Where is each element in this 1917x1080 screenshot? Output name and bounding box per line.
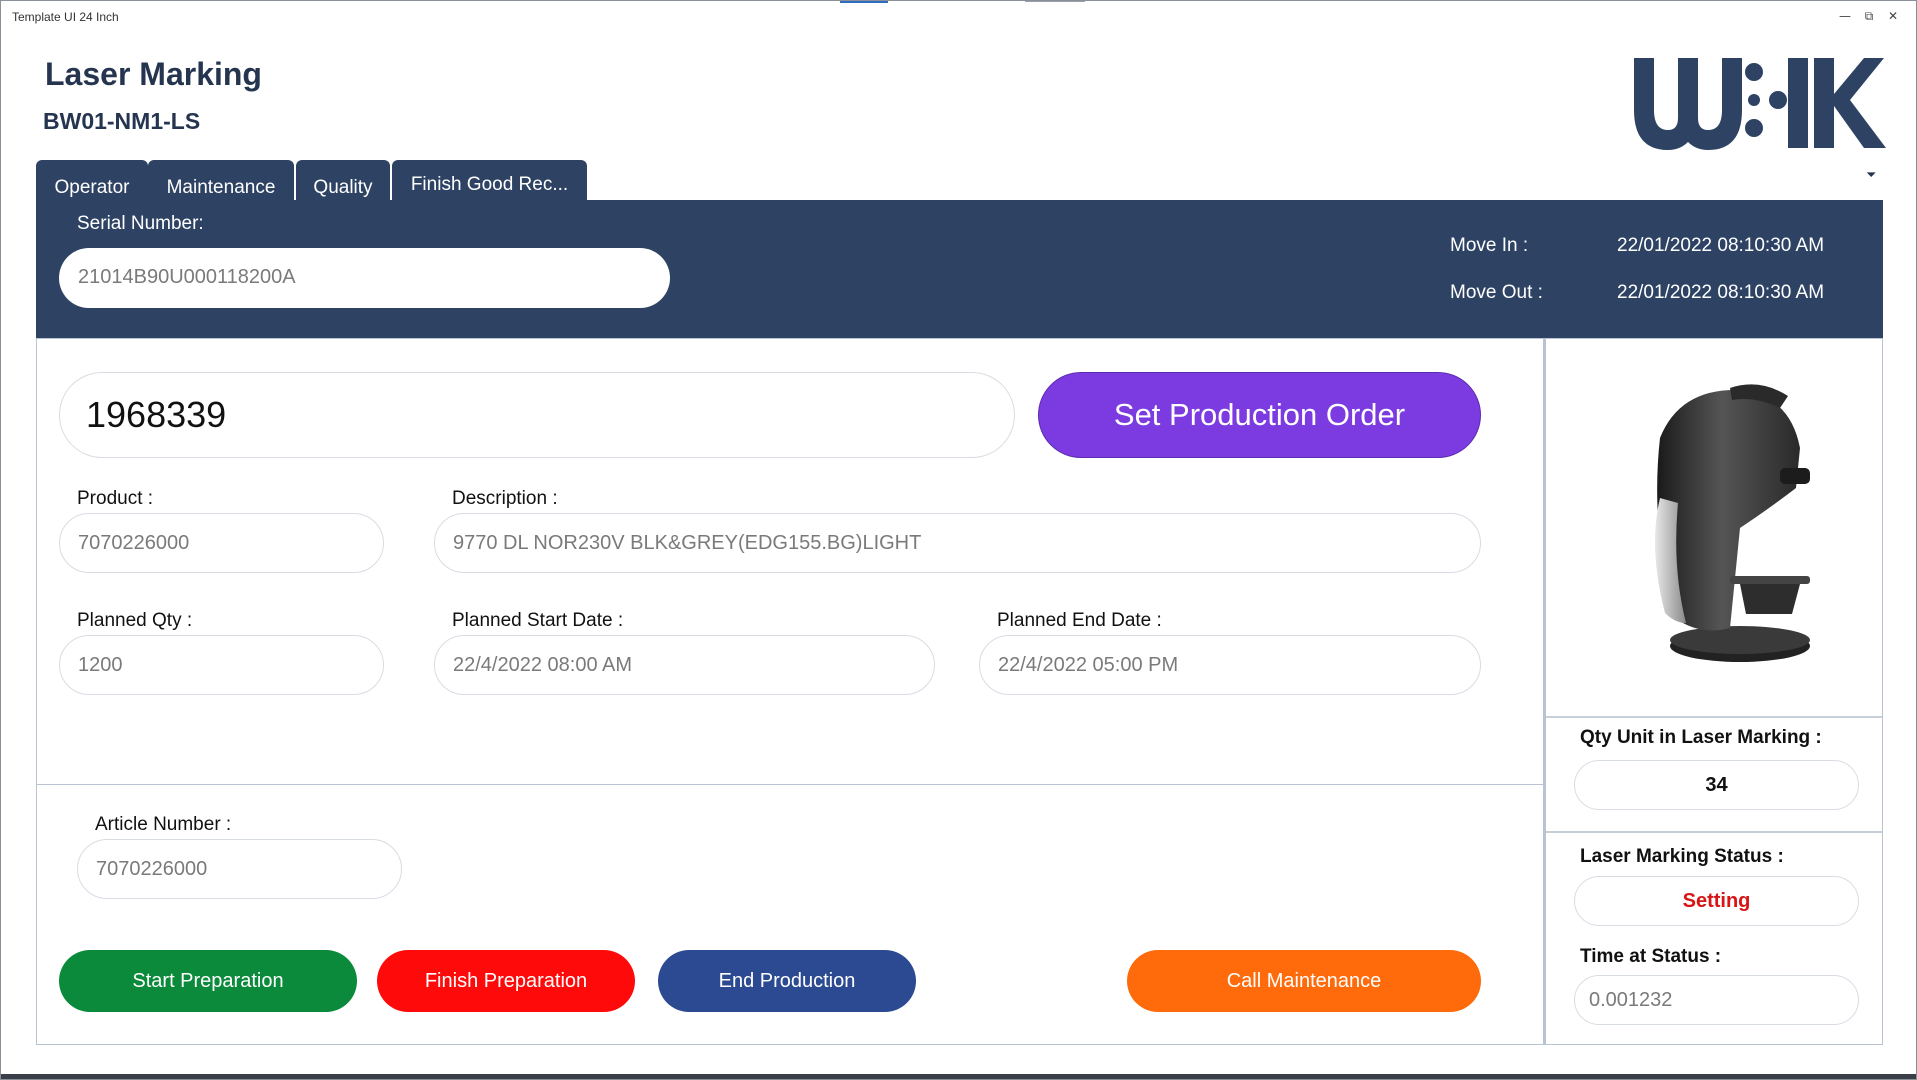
app-title: Laser Marking xyxy=(45,56,262,92)
end-production-button[interactable]: End Production xyxy=(658,950,916,1012)
station-code: BW01-NM1-LS xyxy=(43,108,201,134)
product-field[interactable]: 7070226000 xyxy=(59,513,384,573)
product-image xyxy=(1655,384,1810,662)
side-divider xyxy=(1546,831,1882,833)
tab-operator[interactable]: Operator xyxy=(36,160,148,200)
titlebar-accent xyxy=(840,0,888,3)
set-production-order-button[interactable]: Set Production Order xyxy=(1038,372,1481,458)
description-label: Description : xyxy=(452,488,558,509)
minimize-icon[interactable]: — xyxy=(1836,7,1854,25)
planned-qty-field[interactable]: 1200 xyxy=(59,635,384,695)
tab-finish-good-receipt[interactable]: Finish Good Rec... xyxy=(392,160,587,200)
window-titlebar: Template UI 24 Inch — ⧉ ✕ xyxy=(0,0,1917,34)
laser-marking-status-value: Setting xyxy=(1574,876,1859,926)
move-out-label: Move Out : xyxy=(1450,282,1543,303)
tab-finish-good-label: Finish Good Rec... xyxy=(410,174,569,195)
wik-logo xyxy=(1634,58,1886,150)
titlebar-accent-secondary xyxy=(1025,0,1085,2)
tab-maintenance-label: Maintenance xyxy=(166,177,276,198)
description-field[interactable]: 9770 DL NOR230V BLK&GREY(EDG155.BG)LIGHT xyxy=(434,513,1481,573)
chevron-down-icon[interactable]: ⏷ xyxy=(1866,168,1876,183)
article-number-field[interactable]: 7070226000 xyxy=(77,839,402,899)
production-order-input[interactable]: 1968339 xyxy=(59,372,1015,458)
time-at-status-label: Time at Status : xyxy=(1580,946,1722,967)
product-label: Product : xyxy=(77,488,154,509)
tab-operator-label: Operator xyxy=(54,177,130,198)
tab-maintenance[interactable]: Maintenance xyxy=(148,160,294,200)
article-number-label: Article Number : xyxy=(95,814,232,835)
taskbar-strip xyxy=(0,1074,1917,1080)
side-divider xyxy=(1546,716,1882,718)
move-in-label: Move In : xyxy=(1450,235,1529,256)
planned-end-date-field[interactable]: 22/4/2022 05:00 PM xyxy=(979,635,1481,695)
planned-start-date-label: Planned Start Date : xyxy=(452,610,624,631)
planned-end-date-label: Planned End Date : xyxy=(997,610,1162,631)
planned-qty-label: Planned Qty : xyxy=(77,610,193,631)
time-at-status-value: 0.001232 xyxy=(1574,975,1859,1025)
move-out-value: 22/01/2022 08:10:30 AM xyxy=(1617,282,1825,303)
tab-quality-label: Quality xyxy=(313,177,373,198)
move-in-value: 22/01/2022 08:10:30 AM xyxy=(1617,235,1825,256)
laser-marking-status-label: Laser Marking Status : xyxy=(1580,846,1784,867)
main-divider xyxy=(37,784,1543,785)
qty-unit-value: 34 xyxy=(1574,760,1859,810)
planned-start-date-field[interactable]: 22/4/2022 08:00 AM xyxy=(434,635,935,695)
tab-quality[interactable]: Quality xyxy=(296,160,390,200)
finish-preparation-button[interactable]: Finish Preparation xyxy=(377,950,635,1012)
close-icon[interactable]: ✕ xyxy=(1884,7,1902,25)
serial-number-label: Serial Number: xyxy=(77,213,204,234)
restore-icon[interactable]: ⧉ xyxy=(1860,7,1878,25)
call-maintenance-button[interactable]: Call Maintenance xyxy=(1127,950,1481,1012)
start-preparation-button[interactable]: Start Preparation xyxy=(59,950,357,1012)
serial-number-input[interactable]: 21014B90U000118200A xyxy=(59,248,670,308)
window-title: Template UI 24 Inch xyxy=(12,10,119,24)
qty-unit-label: Qty Unit in Laser Marking : xyxy=(1580,727,1822,748)
